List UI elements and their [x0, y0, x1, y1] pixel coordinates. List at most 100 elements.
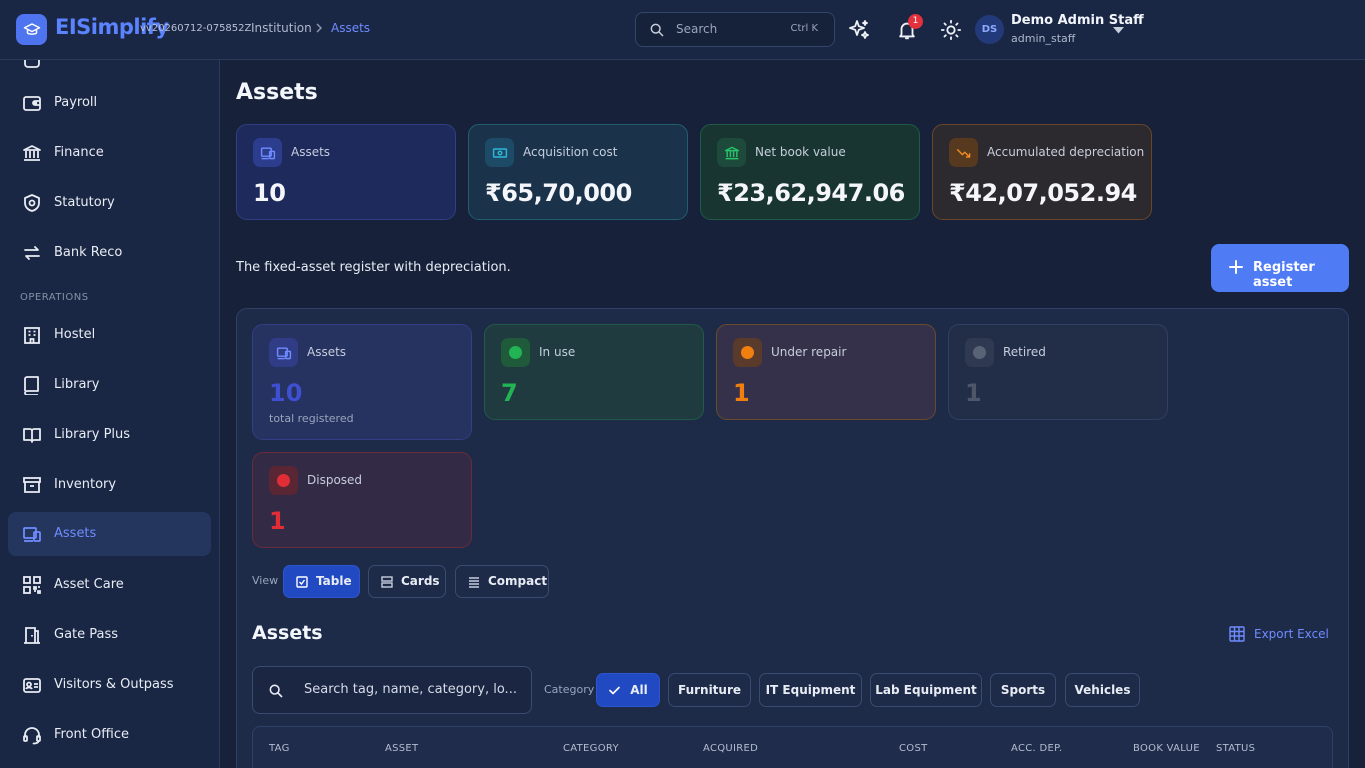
devices-icon — [23, 527, 41, 542]
global-search[interactable]: Search Ctrl K — [635, 12, 835, 47]
kpi-label: Accumulated depreciation — [987, 145, 1145, 159]
chevron-right-icon — [316, 23, 323, 33]
sidebar-item-asset-care[interactable]: Asset Care — [8, 563, 211, 607]
category-chip-vehicles[interactable]: Vehicles — [1065, 673, 1140, 707]
view-compact-button[interactable]: Compact — [455, 565, 549, 598]
column-header-book-value[interactable]: BOOK VALUE — [1133, 743, 1200, 754]
status-label: Under repair — [771, 345, 847, 359]
ai-sparkle-button[interactable] — [846, 17, 872, 43]
category-chip-label: Lab Equipment — [875, 683, 977, 697]
breadcrumb-institution[interactable]: Institution — [251, 21, 312, 35]
view-option-label: Compact — [488, 574, 548, 588]
section-title: Assets — [252, 622, 323, 644]
sidebar-item-visitors[interactable]: Visitors & Outpass — [8, 663, 211, 707]
sidebar-section-operations: OPERATIONS — [20, 292, 89, 303]
kpi-label: Assets — [291, 145, 331, 159]
sidebar-item-label: Inventory — [54, 477, 117, 492]
asset-search-input[interactable]: Search tag, name, category, lo... — [252, 666, 532, 714]
sidebar-item-label: Gate Pass — [54, 627, 119, 642]
column-header-cost[interactable]: COST — [899, 743, 928, 754]
table-header: TAG ASSET CATEGORY ACQUIRED COST ACC. DE… — [252, 726, 1333, 768]
category-chip-sports[interactable]: Sports — [990, 673, 1056, 707]
column-header-acquired[interactable]: ACQUIRED — [703, 743, 758, 754]
breadcrumb-current: Assets — [331, 21, 371, 35]
column-header-acc-dep[interactable]: ACC. DEP. — [1011, 743, 1062, 754]
column-header-asset[interactable]: ASSET — [385, 743, 418, 754]
sidebar-item-label: Visitors & Outpass — [54, 677, 174, 692]
category-chip-label: Sports — [1000, 683, 1046, 697]
search-shortcut: Ctrl K — [790, 23, 818, 34]
search-icon — [269, 684, 283, 698]
status-label: In use — [539, 345, 576, 359]
sidebar-item-label: Front Office — [54, 727, 129, 742]
wallet-icon — [23, 96, 41, 111]
sun-icon — [940, 19, 962, 41]
bank-icon — [724, 146, 739, 159]
status-card-retired[interactable]: Retired 1 — [948, 324, 1168, 420]
view-cards-button[interactable]: Cards — [368, 565, 446, 598]
status-dot-icon — [741, 346, 754, 359]
sidebar-item-inventory[interactable]: Inventory — [8, 463, 211, 507]
kpi-icon-wrap — [949, 138, 978, 167]
plus-icon — [1229, 260, 1243, 274]
category-chip-label: Furniture — [677, 683, 742, 697]
sidebar-item-gate-pass[interactable]: Gate Pass — [8, 613, 211, 657]
notification-badge: 1 — [908, 14, 923, 29]
devices-icon — [260, 146, 275, 159]
status-value: 1 — [965, 379, 982, 407]
user-name[interactable]: Demo Admin Staff — [1011, 13, 1144, 28]
column-header-status[interactable]: STATUS — [1216, 743, 1255, 754]
status-subtext: total registered — [269, 412, 354, 425]
status-label: Disposed — [307, 473, 363, 487]
kpi-card-accumulated-depreciation: Accumulated depreciation ₹42,07,052.94 — [932, 124, 1152, 220]
status-label: Assets — [307, 345, 347, 359]
sidebar-item-label: Library Plus — [54, 427, 131, 442]
cash-icon — [492, 147, 507, 158]
sidebar-item-library-plus[interactable]: Library Plus — [8, 413, 211, 457]
export-label: Export Excel — [1254, 627, 1329, 641]
bank-icon — [23, 145, 41, 161]
kpi-value: 10 — [253, 179, 286, 207]
spreadsheet-icon — [1229, 626, 1245, 642]
status-icon-wrap — [733, 338, 762, 367]
status-card-under-repair[interactable]: Under repair 1 — [716, 324, 936, 420]
category-chip-all[interactable]: All — [596, 673, 660, 707]
trend-down-icon — [956, 148, 970, 158]
sidebar-item-statutory[interactable]: Statutory — [8, 181, 211, 225]
category-chip-label: Vehicles — [1074, 683, 1131, 697]
category-chip-furniture[interactable]: Furniture — [668, 673, 751, 707]
category-chip-it-equipment[interactable]: IT Equipment — [759, 673, 862, 707]
status-card-in-use[interactable]: In use 7 — [484, 324, 704, 420]
sidebar-item-label: Finance — [54, 145, 104, 160]
caret-down-icon[interactable] — [1113, 27, 1124, 34]
sidebar-item-library[interactable]: Library — [8, 363, 211, 407]
status-card-disposed[interactable]: Disposed 1 — [252, 452, 472, 548]
sidebar-item-partial[interactable] — [8, 60, 211, 82]
kpi-value: ₹42,07,052.94 — [949, 179, 1137, 207]
kpi-label: Net book value — [755, 145, 846, 159]
sidebar-item-bank-reco[interactable]: Bank Reco — [8, 231, 211, 275]
qr-code-icon — [23, 576, 41, 594]
sidebar-item-label: Library — [54, 377, 100, 392]
kpi-value: ₹65,70,000 — [485, 179, 632, 207]
status-value: 10 — [269, 379, 303, 407]
arrows-swap-icon — [24, 246, 40, 260]
sidebar-item-assets[interactable]: Assets — [8, 512, 211, 556]
logo[interactable] — [16, 14, 47, 45]
column-header-tag[interactable]: TAG — [269, 743, 290, 754]
category-chip-lab-equipment[interactable]: Lab Equipment — [870, 673, 982, 707]
avatar[interactable]: DS — [975, 15, 1004, 44]
view-table-button[interactable]: Table — [283, 565, 360, 598]
status-card-assets[interactable]: Assets 10 total registered — [252, 324, 472, 440]
category-chip-label: IT Equipment — [765, 683, 856, 697]
status-label: Retired — [1003, 345, 1046, 359]
sidebar-item-hostel[interactable]: Hostel — [8, 313, 211, 357]
register-asset-button[interactable]: Register asset — [1211, 244, 1349, 292]
page-title: Assets — [236, 80, 318, 105]
sidebar-item-payroll[interactable]: Payroll — [8, 81, 211, 125]
column-header-category[interactable]: CATEGORY — [563, 743, 619, 754]
sidebar-item-finance[interactable]: Finance — [8, 131, 211, 175]
id-card-icon — [23, 678, 41, 693]
theme-toggle-button[interactable] — [938, 17, 964, 43]
sidebar-item-front-office[interactable]: Front Office — [8, 713, 211, 757]
